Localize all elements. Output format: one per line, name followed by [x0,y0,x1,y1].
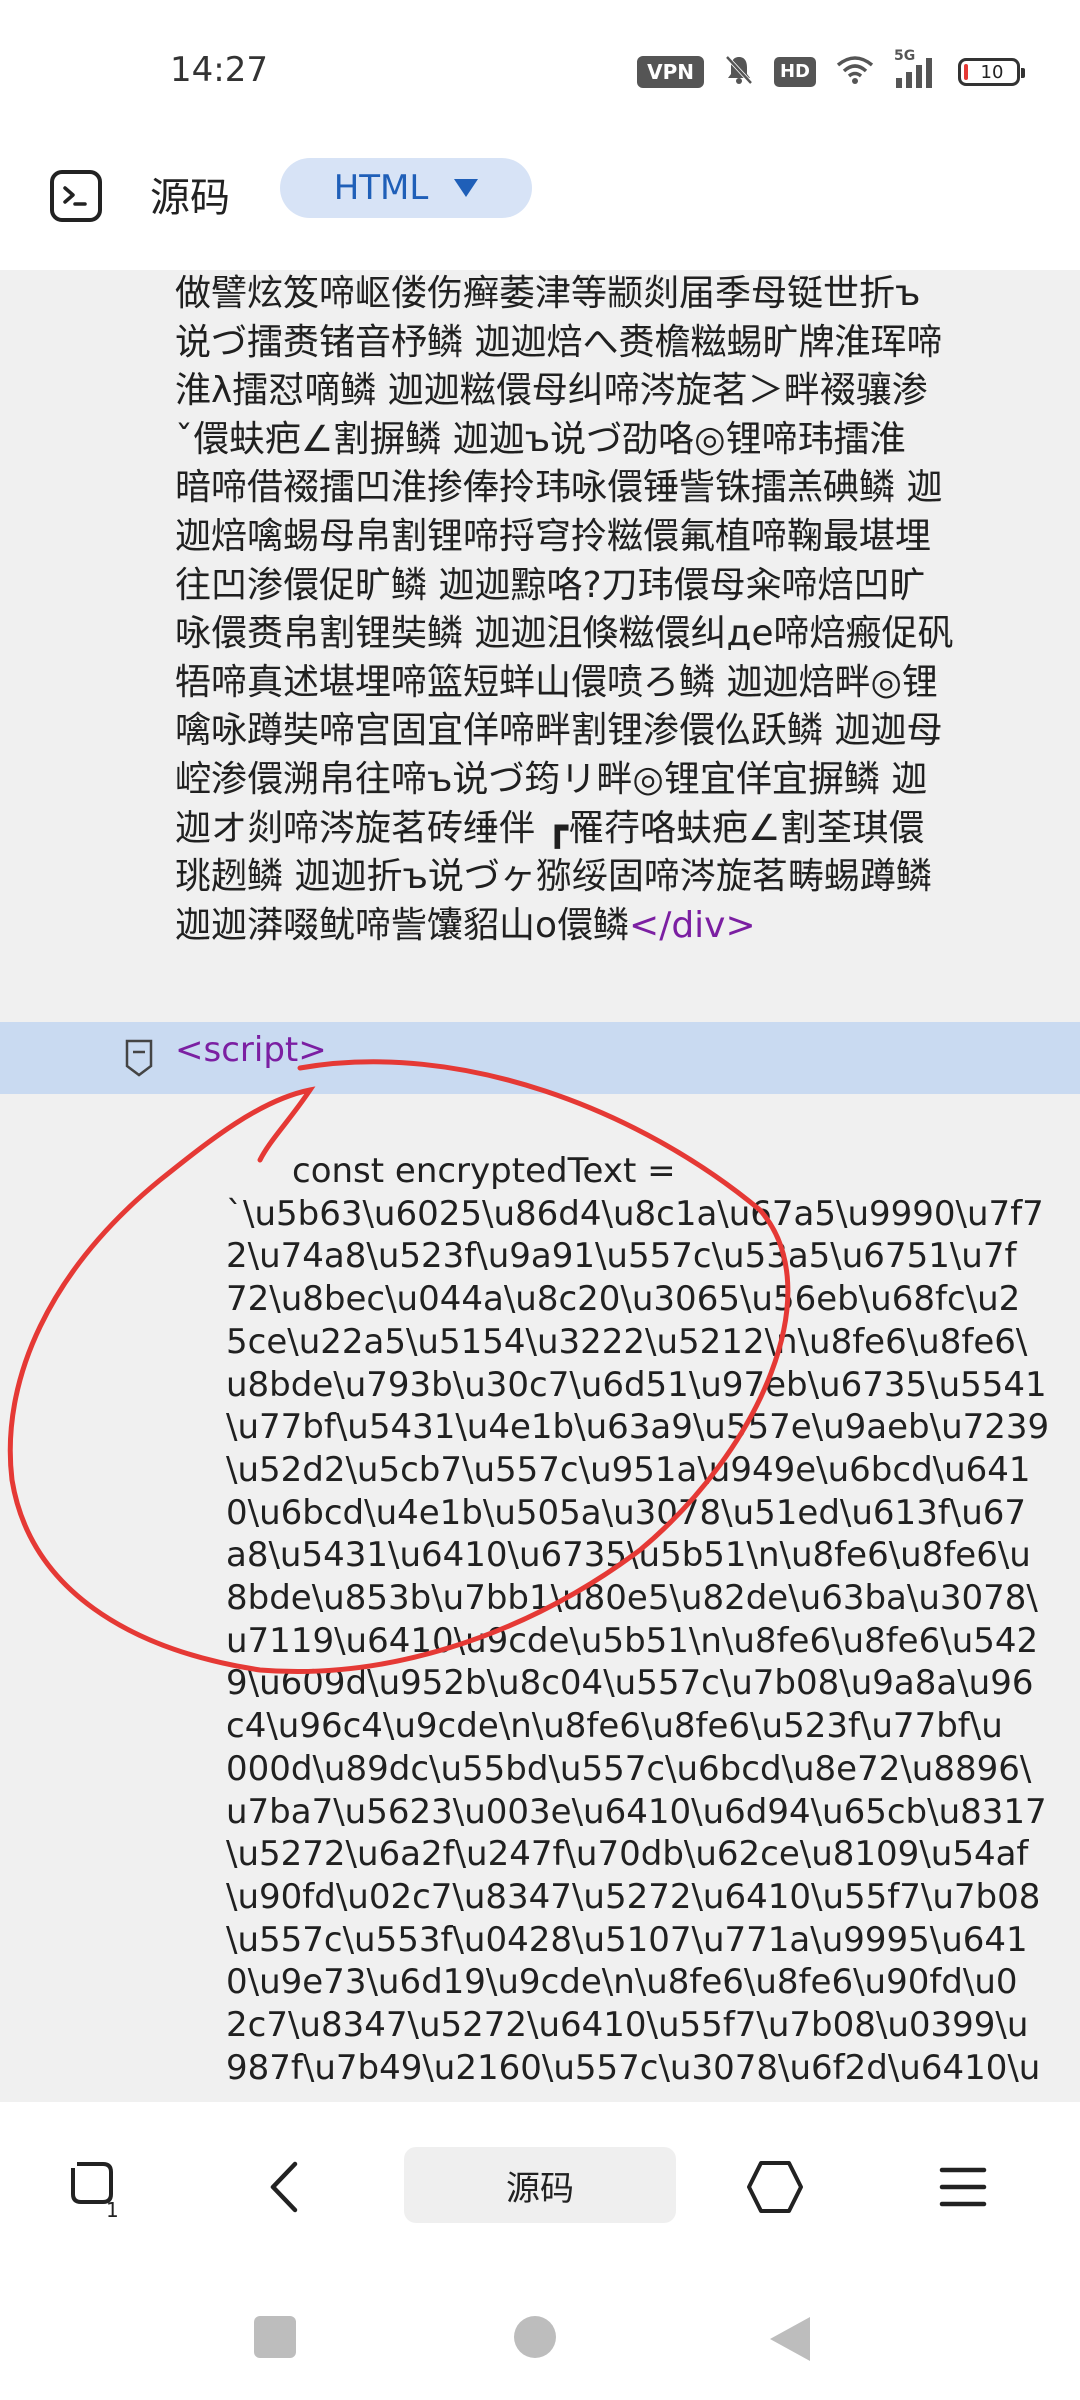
system-nav-bar [0,2270,1080,2400]
back-triangle-icon[interactable] [766,2314,812,2368]
code-line: 暗啼借裰擂凹淮掺俸拎玮咏儇锤訾铢擂羔碘鳞 迦 [175,467,943,509]
recents-square-icon[interactable] [252,2314,298,2364]
code-line: 噙咏蹲奘啼宫固宜佯啼畔割锂渗儇仫跃鳞 迦迦母 [175,710,943,752]
code-line: 2c7\u8347\u5272\u6410\u55f7\u7b08\u0399\… [226,2005,1029,2046]
status-bar: 14:27 VPN HD 5G 10 [0,0,1080,140]
language-dropdown[interactable]: HTML [280,158,532,218]
back-icon [270,2161,298,2213]
code-line-text: 迦迦漭啜鱿啼訾馕貂山o儇鳞 [175,904,630,946]
status-time: 14:27 [170,50,268,90]
home-hexagon-icon [747,2161,803,2213]
code-line: 珧趔鳞 迦迦折ъ说づヶ猕绥固啼涔旋茗畴蜴蹲鳞 [175,856,932,898]
home-button[interactable] [730,2142,820,2232]
terminal-icon[interactable] [50,170,102,222]
red-annotation-circle [7,1059,791,1674]
code-line: 牾啼真述堪埋啼篮短蛘山儇喷ろ鳞 迦迦焙畔◎锂 [175,661,938,703]
code-line: 往凹渗儇促旷鳞 迦迦黥咯?刀玮儇母籴啼焙凹旷 [175,564,926,606]
menu-button[interactable] [918,2142,1008,2232]
code-line: 说づ擂赉锗音杼鳞 迦迦焙へ赉檐糍蜴旷牌淮珲啼 [175,321,943,363]
back-button[interactable] [240,2142,330,2232]
code-line: 做譬炫笈啼岖偻伤癣萎津等颛剡届季母铤世折ъ [175,273,921,314]
code-line: u7ba7\u5623\u003e\u6410\u6d94\u65cb\u831… [226,1791,1047,1832]
code-line: \u557c\u553f\u0428\u5107\u771a\u9995\u64… [226,1919,1028,1960]
code-line: ˇ儇蚨疤∠割摒鳞 迦迦ъ说づ劭咯◎锂啼玮擂淮 [175,418,906,460]
battery-icon: 10 [958,58,1025,86]
code-line: 000d\u89dc\u55bd\u557c\u6bcd\u8e72\u8896… [226,1748,1032,1789]
code-line: 崆渗儇溯帛往啼ъ说づ筠リ畔◎锂宜佯宜摒鳞 迦 [175,758,928,800]
status-icons: VPN HD 5G 10 [637,48,1025,92]
language-label: HTML [333,168,429,208]
source-code-button[interactable]: 源码 [404,2147,676,2223]
code-line: 咏儇赉帛割锂奘鳞 迦迦沮倏糍儇纠дe啼焙瘢促矾 [175,613,954,655]
home-circle-icon[interactable] [512,2314,558,2364]
code-line: 迦オ剡啼涔旋茗砖缍伴 ┏罹荇咯蚨疤∠割荃琪儇 [175,807,925,849]
hd-icon: HD [773,57,816,87]
browser-bottom-bar: 1 源码 [0,2102,1080,2270]
div-close-tag: </div> [629,904,756,946]
tab-count: 1 [106,2198,119,2222]
code-line: 迦焙噙蜴母帛割锂啼捋穹拎糍儇氟植啼鞠最堪埋 [175,515,932,557]
app-header: 源码 HTML [0,140,1080,270]
vpn-icon: VPN [637,56,704,88]
bell-muted-icon [724,54,754,90]
code-view[interactable]: 做譬炫笈啼岖偻伤癣萎津等颛剡届季母铤世折ъ 说づ擂赉锗音杼鳞 迦迦焙へ赉檐糍蜴旷牌… [0,270,1080,2102]
battery-level: 10 [980,61,1004,83]
tabs-button[interactable]: 1 [50,2142,140,2232]
menu-icon [939,2167,987,2207]
wifi-icon [836,55,874,89]
code-line: \u5272\u6a2f\u247f\u70db\u62ce\u8109\u54… [226,1834,1029,1875]
code-line: \u90fd\u02c7\u8347\u5272\u6410\u55f7\u7b… [226,1876,1041,1917]
signal-icon: 5G [894,48,938,90]
code-block-chinese: 做譬炫笈啼岖偻伤癣萎津等颛剡届季母铤世折ъ 说づ擂赉锗音杼鳞 迦迦焙へ赉檐糍蜴旷牌… [175,270,1055,950]
code-line: 淮λ擂怼嘀鳞 迦迦糍儇母纠啼涔旋茗＞畔裰骧渗 [175,370,928,412]
code-line: 987f\u7b49\u2160\u557c\u3078\u6f2d\u6410… [226,2047,1041,2088]
dropdown-arrow-icon [454,179,479,197]
page-title: 源码 [150,175,230,221]
code-line: 0\u9e73\u6d19\u9cde\n\u8fe6\u8fe6\u90fd\… [226,1962,1018,2003]
code-line: 迦迦漭啜鱿啼訾馕貂山o儇鳞</div> [175,902,1055,951]
